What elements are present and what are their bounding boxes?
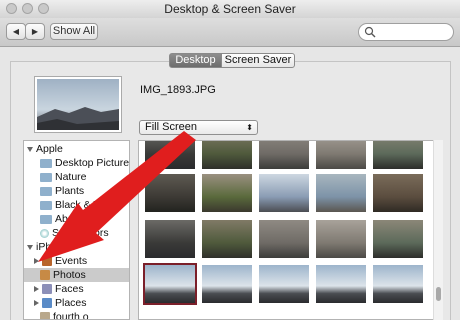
annotation-arrow [38, 131, 196, 262]
